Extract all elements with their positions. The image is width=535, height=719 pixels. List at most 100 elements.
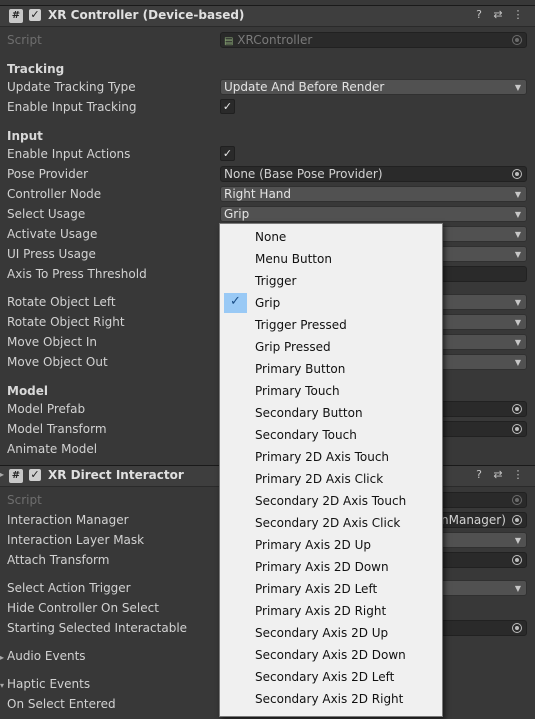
menu-item-label: Primary Button <box>255 362 346 376</box>
menu-item-label: Grip <box>255 296 281 310</box>
attach-transform-label: Attach Transform <box>7 553 110 567</box>
select-usage-dropdown[interactable]: Grip ▼ <box>220 206 527 222</box>
menu-item[interactable]: Secondary Touch <box>221 425 441 445</box>
menu-item[interactable]: Secondary Axis 2D Up <box>221 623 441 643</box>
object-picker-icon[interactable] <box>512 404 522 414</box>
checkmark-glyph: ✓ <box>230 294 241 309</box>
on-select-entered-label: On Select Entered <box>7 697 116 711</box>
input-section-header: Input <box>7 129 43 143</box>
menu-item-label: Trigger <box>255 274 297 288</box>
menu-item[interactable]: Primary Touch <box>221 381 441 401</box>
menu-item[interactable]: Secondary 2D Axis Touch <box>221 491 441 511</box>
menu-item-label: Primary Axis 2D Right <box>255 604 387 618</box>
haptic-events-label[interactable]: Haptic Events <box>7 677 90 691</box>
object-picker-icon[interactable] <box>512 424 522 434</box>
help-icon[interactable]: ? <box>472 468 486 481</box>
audio-events-foldout-icon[interactable]: ▸ <box>0 653 4 662</box>
enable-input-actions-label: Enable Input Actions <box>7 147 131 161</box>
foldout-arrow-icon[interactable]: ▸ <box>0 470 4 479</box>
menu-item-label: Primary Axis 2D Left <box>255 582 378 596</box>
menu-item[interactable]: Secondary Axis 2D Down <box>221 645 441 665</box>
axis-to-press-threshold-label: Axis To Press Threshold <box>7 267 147 281</box>
dropdown-arrow-icon: ▼ <box>514 584 521 593</box>
menu-item[interactable]: Primary Axis 2D Down <box>221 557 441 577</box>
menu-item[interactable]: Grip Pressed <box>221 337 441 357</box>
enable-input-tracking-label: Enable Input Tracking <box>7 100 137 114</box>
update-tracking-type-value: Update And Before Render <box>224 80 385 94</box>
model-prefab-label: Model Prefab <box>7 402 86 416</box>
menu-item[interactable]: Secondary Axis 2D Left <box>221 667 441 687</box>
rotate-object-right-label: Rotate Object Right <box>7 315 125 329</box>
dropdown-arrow-icon: ▼ <box>514 230 521 239</box>
menu-item[interactable]: Trigger <box>221 271 441 291</box>
ui-press-usage-label: UI Press Usage <box>7 247 96 261</box>
menu-item[interactable]: None <box>221 227 441 247</box>
component-enabled-checkbox[interactable]: ✓ <box>29 469 41 481</box>
dropdown-arrow-icon: ▼ <box>514 83 521 92</box>
script-value: XRController <box>237 33 313 47</box>
controller-node-label: Controller Node <box>7 187 102 201</box>
haptic-events-foldout-icon[interactable]: ▾ <box>0 681 4 690</box>
menu-item[interactable]: Trigger Pressed <box>221 315 441 335</box>
menu-item[interactable]: Primary Axis 2D Left <box>221 579 441 599</box>
hide-controller-on-select-label: Hide Controller On Select <box>7 601 159 615</box>
more-options-icon[interactable]: ⋮ <box>511 8 525 21</box>
menu-item[interactable]: Primary 2D Axis Click <box>221 469 441 489</box>
menu-item-label: Primary 2D Axis Click <box>255 472 384 486</box>
menu-item-label: Primary Axis 2D Up <box>255 538 371 552</box>
dropdown-arrow-icon: ▼ <box>514 318 521 327</box>
menu-item[interactable]: Primary Axis 2D Right <box>221 601 441 621</box>
menu-item[interactable]: Secondary Button <box>221 403 441 423</box>
controller-node-value: Right Hand <box>224 187 292 201</box>
object-picker-icon <box>512 35 522 45</box>
preset-settings-icon[interactable]: ⇄ <box>491 468 505 481</box>
interaction-manager-value: nManager) <box>441 513 506 527</box>
menu-item-label: None <box>255 230 287 244</box>
audio-events-label[interactable]: Audio Events <box>7 649 86 663</box>
help-icon[interactable]: ? <box>472 8 486 21</box>
menu-item-label: Trigger Pressed <box>255 318 347 332</box>
pose-provider-field[interactable]: None (Base Pose Provider) <box>220 166 527 182</box>
menu-item-label: Secondary Axis 2D Down <box>255 648 406 662</box>
menu-item-label: Secondary Axis 2D Left <box>255 670 395 684</box>
preset-settings-icon[interactable]: ⇄ <box>491 8 505 21</box>
select-usage-popup-menu[interactable]: None Menu Button Trigger ✓ Grip Trigger Press… <box>219 223 443 717</box>
model-transform-label: Model Transform <box>7 422 107 436</box>
enable-input-actions-checkbox[interactable]: ✓ <box>220 146 235 161</box>
object-picker-icon <box>512 495 522 505</box>
dropdown-arrow-icon: ▼ <box>514 298 521 307</box>
menu-item[interactable]: Menu Button <box>221 249 441 269</box>
menu-item[interactable]: Secondary Axis 2D Right <box>221 689 441 709</box>
script-component-icon: # <box>9 469 23 483</box>
script-field: ▤ XRController <box>220 32 527 48</box>
xr-controller-header[interactable]: # ✓ XR Controller (Device-based) ? ⇄ ⋮ <box>0 5 535 27</box>
more-options-icon[interactable]: ⋮ <box>511 468 525 481</box>
component-enabled-checkbox[interactable]: ✓ <box>29 9 41 21</box>
object-picker-icon[interactable] <box>512 169 522 179</box>
tracking-section-header: Tracking <box>7 62 65 76</box>
component-title: XR Direct Interactor <box>48 468 184 482</box>
enable-input-tracking-checkbox[interactable]: ✓ <box>220 99 235 114</box>
menu-item[interactable]: Secondary 2D Axis Click <box>221 513 441 533</box>
pose-provider-value: None (Base Pose Provider) <box>224 167 383 181</box>
menu-item[interactable]: ✓ Grip <box>221 293 441 313</box>
script-file-icon: ▤ <box>224 36 234 47</box>
starting-selected-interactable-label: Starting Selected Interactable <box>7 621 188 635</box>
object-picker-icon[interactable] <box>512 515 522 525</box>
menu-item[interactable]: Primary Axis 2D Up <box>221 535 441 555</box>
dropdown-arrow-icon: ▼ <box>514 190 521 199</box>
menu-item[interactable]: Primary 2D Axis Touch <box>221 447 441 467</box>
object-picker-icon[interactable] <box>512 623 522 633</box>
dropdown-arrow-icon: ▼ <box>514 358 521 367</box>
pose-provider-label: Pose Provider <box>7 167 89 181</box>
update-tracking-type-dropdown[interactable]: Update And Before Render ▼ <box>220 79 527 95</box>
dropdown-arrow-icon: ▼ <box>514 338 521 347</box>
menu-item[interactable]: Primary Button <box>221 359 441 379</box>
object-picker-icon[interactable] <box>512 555 522 565</box>
interaction-layer-mask-label: Interaction Layer Mask <box>7 533 145 547</box>
interaction-manager-label: Interaction Manager <box>7 513 129 527</box>
menu-item-label: Secondary Axis 2D Up <box>255 626 389 640</box>
controller-node-dropdown[interactable]: Right Hand ▼ <box>220 186 527 202</box>
select-action-trigger-label: Select Action Trigger <box>7 581 131 595</box>
move-object-out-label: Move Object Out <box>7 355 108 369</box>
